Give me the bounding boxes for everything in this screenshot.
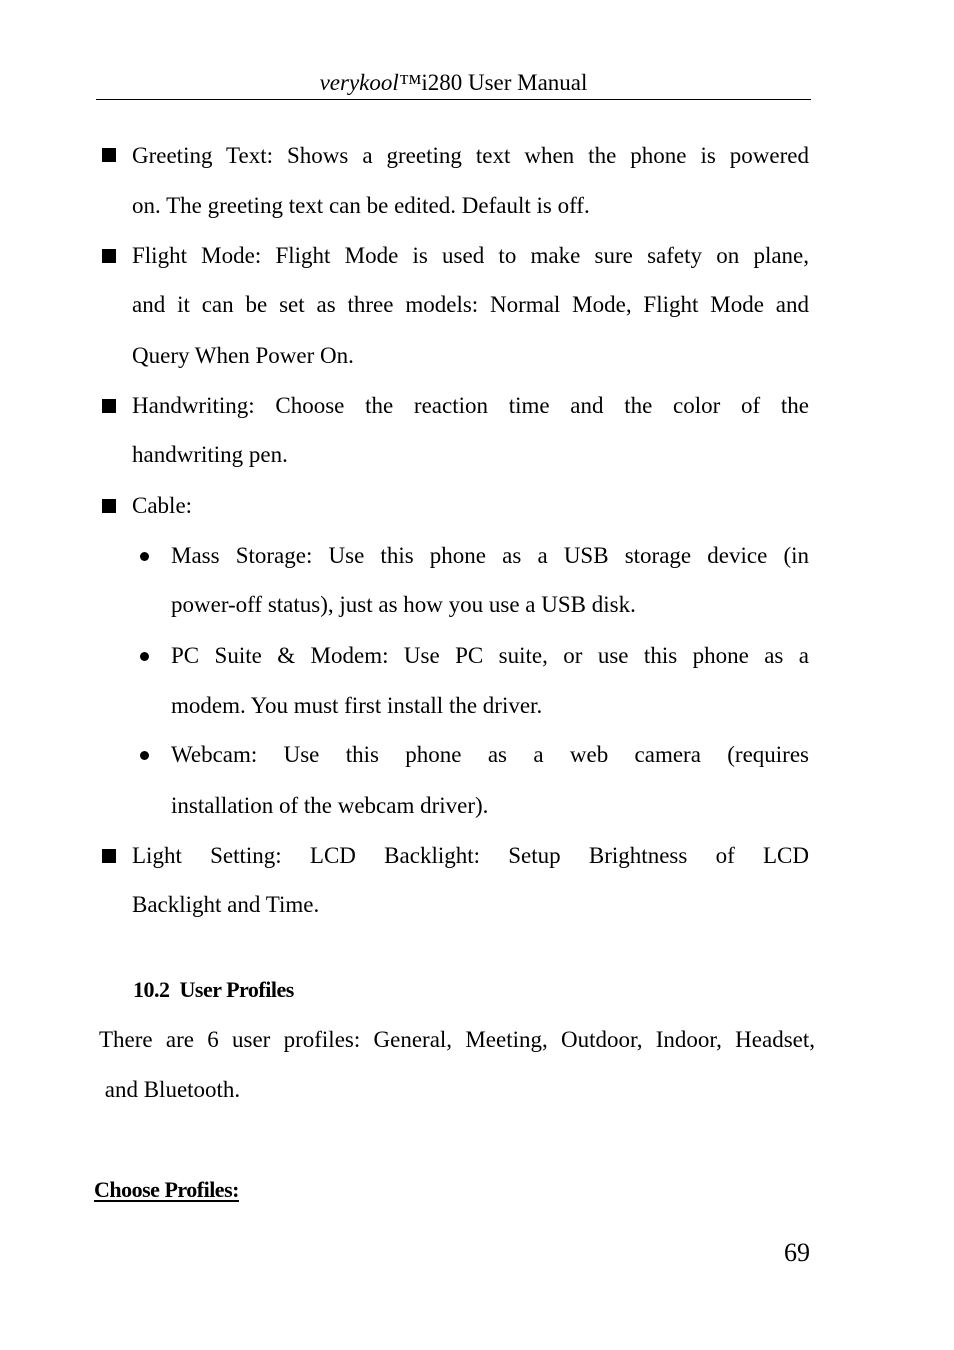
header-brand: verykool™ — [319, 70, 422, 95]
header-title: i280 User Manual — [421, 70, 588, 95]
section-body-line-2: and Bluetooth. — [99, 1077, 241, 1102]
square-bullet-icon — [102, 399, 116, 413]
item-flight-line-2: and it can be set as three models: Norma… — [132, 292, 809, 317]
choose-profiles-subheading: Choose Profiles: — [94, 1177, 239, 1202]
subitem-pc-suite-line-2: modem. You must first install the driver… — [171, 693, 543, 718]
section-heading: 10.2 User Profiles — [133, 975, 294, 1005]
square-bullet-icon — [102, 249, 116, 263]
subitem-webcam-line-2: installation of the webcam driver). — [171, 793, 489, 818]
round-bullet-icon — [140, 652, 149, 661]
subitem-mass-storage-line-1: Mass Storage: Use this phone as a USB st… — [171, 543, 809, 568]
page-number: 69 — [784, 1238, 810, 1267]
item-light-line-1: Light Setting: LCD Backlight: Setup Brig… — [132, 843, 809, 868]
item-cable-label: Cable: — [132, 493, 193, 518]
item-greeting-line-2: on. The greeting text can be edited. Def… — [132, 193, 590, 218]
item-flight-line-1: Flight Mode: Flight Mode is used to make… — [132, 243, 809, 268]
section-body-line-1: There are 6 user profiles: General, Meet… — [99, 1027, 815, 1052]
item-light-line-2: Backlight and Time. — [132, 892, 320, 917]
section-title: User Profiles — [179, 977, 295, 1002]
item-handwriting-line-2: handwriting pen. — [132, 442, 288, 467]
item-handwriting-line-1: Handwriting: Choose the reaction time an… — [132, 393, 809, 418]
square-bullet-icon — [102, 499, 116, 513]
subitem-pc-suite-line-1: PC Suite & Modem: Use PC suite, or use t… — [171, 643, 809, 668]
square-bullet-icon — [102, 849, 116, 863]
item-flight-line-3: Query When Power On. — [132, 343, 354, 368]
item-greeting-line-1: Greeting Text: Shows a greeting text whe… — [132, 143, 809, 168]
square-bullet-icon — [102, 148, 116, 162]
round-bullet-icon — [140, 751, 149, 760]
section-number: 10.2 — [133, 977, 170, 1002]
subitem-mass-storage-line-2: power-off status), just as how you use a… — [171, 592, 636, 617]
round-bullet-icon — [140, 552, 149, 561]
page-header: verykool™i280 User Manual — [96, 66, 811, 100]
subitem-webcam-line-1: Webcam: Use this phone as a web camera (… — [171, 742, 809, 767]
